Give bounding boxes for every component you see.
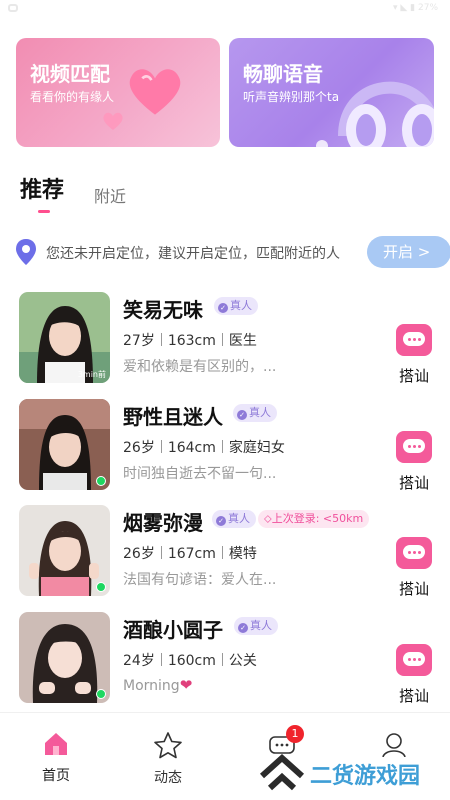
user-bio: 法国有句谚语：爱人在...	[123, 572, 277, 588]
avatar[interactable]	[19, 399, 110, 490]
user-name: 笑易无味	[123, 298, 203, 322]
notification-icon	[8, 4, 18, 12]
star-icon	[154, 732, 182, 759]
chat-button[interactable]	[396, 324, 432, 356]
enable-location-button[interactable]: 开启 >	[367, 236, 450, 268]
chat-bubble-icon	[403, 439, 425, 453]
user-bio: Morning❤	[123, 676, 193, 694]
user-bio: 时间独自逝去不留一句...	[123, 466, 277, 482]
chat-label[interactable]: 搭讪	[399, 472, 429, 493]
user-card[interactable]: 烟雾弥漫 ✓ 真人 ⬦上次登录: <50km 26岁 167cm 模特 法国有句谚语：…	[0, 505, 450, 601]
chat-button[interactable]	[396, 537, 432, 569]
avatar-photo	[19, 612, 110, 703]
user-card[interactable]: 酒酿小圆子 ✓ 真人 24岁 160cm 公关 Morning❤ 搭讪	[0, 612, 450, 708]
location-prompt: 您还未开启定位，建议开启定位，匹配附近的人 开启 >	[14, 234, 450, 270]
last-login-badge: ⬦上次登录: <50km	[258, 510, 370, 528]
verified-badge: ✓ 真人	[233, 404, 277, 422]
chat-button[interactable]	[396, 431, 432, 463]
voice-chat-banner[interactable]: 畅聊语音 听声音辨别那个ta	[229, 38, 434, 147]
user-bio: 爱和依赖是有区别的，...	[123, 359, 277, 375]
location-hint: 您还未开启定位，建议开启定位，匹配附近的人	[46, 246, 340, 262]
avatar[interactable]: 3min前	[19, 292, 110, 383]
status-indicators: ▾ ◣ ▮ 27%	[393, 3, 438, 13]
heart-icon	[129, 69, 181, 115]
nav-label: 动态	[154, 770, 182, 786]
video-match-banner[interactable]: 视频匹配 看看你的有缘人	[16, 38, 220, 147]
chat-bubble-icon	[403, 652, 425, 666]
online-indicator	[96, 689, 106, 699]
watermark-logo-icon	[259, 753, 305, 791]
last-active: 3min前	[77, 370, 106, 379]
chat-bubble-icon	[403, 545, 425, 559]
banner-subtitle: 看看你的有缘人	[30, 90, 115, 104]
chat-label[interactable]: 搭讪	[399, 365, 429, 386]
user-name: 野性且迷人	[123, 405, 223, 429]
chat-label[interactable]: 搭讪	[399, 578, 429, 599]
heart-emoji: ❤	[179, 676, 193, 694]
tab-recommend[interactable]: 推荐	[20, 172, 64, 204]
status-bar: ▾ ◣ ▮ 27%	[0, 0, 450, 20]
nav-moments[interactable]: 动态	[138, 731, 198, 787]
chat-label[interactable]: 搭讪	[399, 685, 429, 706]
tab-nearby[interactable]: 附近	[94, 183, 126, 207]
verified-badge: ✓ 真人	[234, 617, 278, 635]
heart-icon	[103, 112, 123, 130]
verified-badge: ✓ 真人	[214, 297, 258, 315]
location-pin-icon	[16, 239, 36, 265]
user-info: 24岁 160cm 公关	[123, 653, 257, 669]
banner-title: 视频匹配	[30, 62, 110, 86]
nav-label: 首页	[42, 768, 70, 784]
verified-badge: ✓ 真人	[212, 510, 256, 528]
user-info: 26岁 164cm 家庭妇女	[123, 440, 285, 456]
avatar-photo	[19, 505, 110, 596]
nav-home[interactable]: 首页	[26, 731, 86, 785]
user-name: 烟雾弥漫	[123, 511, 203, 535]
avatar[interactable]	[19, 612, 110, 703]
chat-button[interactable]	[396, 644, 432, 676]
user-info: 27岁 163cm 医生	[123, 333, 257, 349]
chat-bubble-icon	[403, 332, 425, 346]
user-card[interactable]: 野性且迷人 ✓ 真人 26岁 164cm 家庭妇女 时间独自逝去不留一句... 搭讪	[0, 399, 450, 495]
user-card[interactable]: 3min前 笑易无味 ✓ 真人 27岁 163cm 医生 爱和依赖是有区别的，... …	[0, 292, 450, 388]
avatar[interactable]	[19, 505, 110, 596]
user-name: 酒酿小圆子	[123, 618, 223, 642]
user-info: 26岁 167cm 模特	[123, 546, 257, 562]
avatar-photo	[19, 399, 110, 490]
site-watermark: 二货游戏园	[258, 752, 450, 792]
online-indicator	[96, 476, 106, 486]
home-icon	[45, 733, 67, 755]
unread-badge: 1	[286, 725, 304, 743]
online-indicator	[96, 582, 106, 592]
headphones-icon	[316, 81, 434, 147]
watermark-text: 二货游戏园	[310, 764, 421, 789]
tab-indicator	[38, 210, 50, 213]
